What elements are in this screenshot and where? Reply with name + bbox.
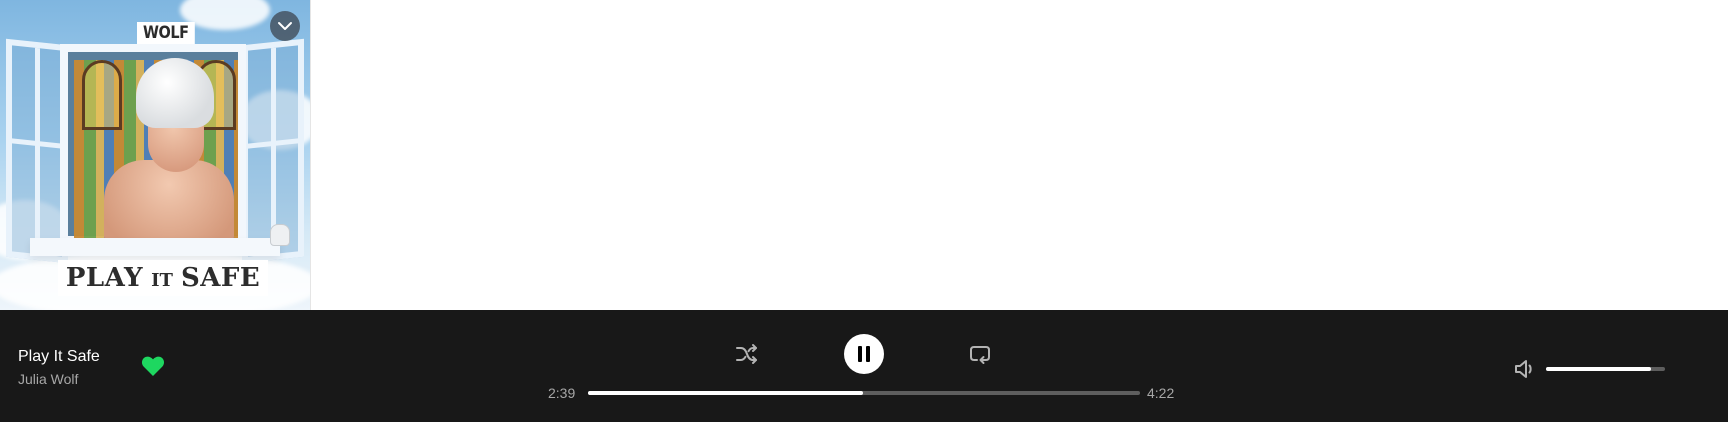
- heart-icon: [141, 356, 165, 376]
- album-title-part3: SAFE: [180, 263, 261, 293]
- album-title-part2: IT: [151, 270, 173, 291]
- album-title-part1: PLAY: [65, 263, 144, 293]
- window-sill: [30, 238, 280, 256]
- window-left-shutter: [6, 38, 68, 264]
- player-bar: Play It Safe Julia Wolf 2:39 4:22: [0, 310, 1728, 422]
- album-logo-text: WOLF: [137, 22, 195, 44]
- cover-divider: [310, 0, 311, 310]
- repeat-button[interactable]: [966, 340, 994, 368]
- like-button[interactable]: [141, 355, 165, 377]
- shuffle-icon: [736, 344, 757, 364]
- total-time: 4:22: [1147, 385, 1175, 401]
- chevron-down-icon: [278, 22, 292, 30]
- figure-body: [104, 160, 234, 242]
- pause-icon: [858, 346, 870, 362]
- pause-button[interactable]: [844, 334, 884, 374]
- shuffle-button[interactable]: [733, 340, 761, 368]
- volume-fill: [1546, 367, 1651, 371]
- speaker-icon: [1515, 360, 1532, 378]
- small-dog-figure: [270, 224, 290, 246]
- track-title[interactable]: Play It Safe: [18, 348, 100, 366]
- progress-fill: [588, 391, 863, 395]
- volume-button[interactable]: [1512, 357, 1538, 381]
- figure-towel: [136, 58, 214, 128]
- album-art: WOLF PLAY IT SAFE: [0, 0, 310, 310]
- elapsed-time: 2:39: [548, 385, 576, 401]
- collapse-cover-button[interactable]: [270, 11, 300, 41]
- volume-slider[interactable]: [1546, 367, 1665, 371]
- player-page: WOLF PLAY IT SAFE Play It Safe Julia Wolf: [0, 0, 1728, 422]
- album-title-text: PLAY IT SAFE: [58, 260, 268, 296]
- repeat-icon: [970, 346, 990, 364]
- progress-bar[interactable]: [588, 391, 1140, 395]
- track-artist[interactable]: Julia Wolf: [18, 371, 78, 387]
